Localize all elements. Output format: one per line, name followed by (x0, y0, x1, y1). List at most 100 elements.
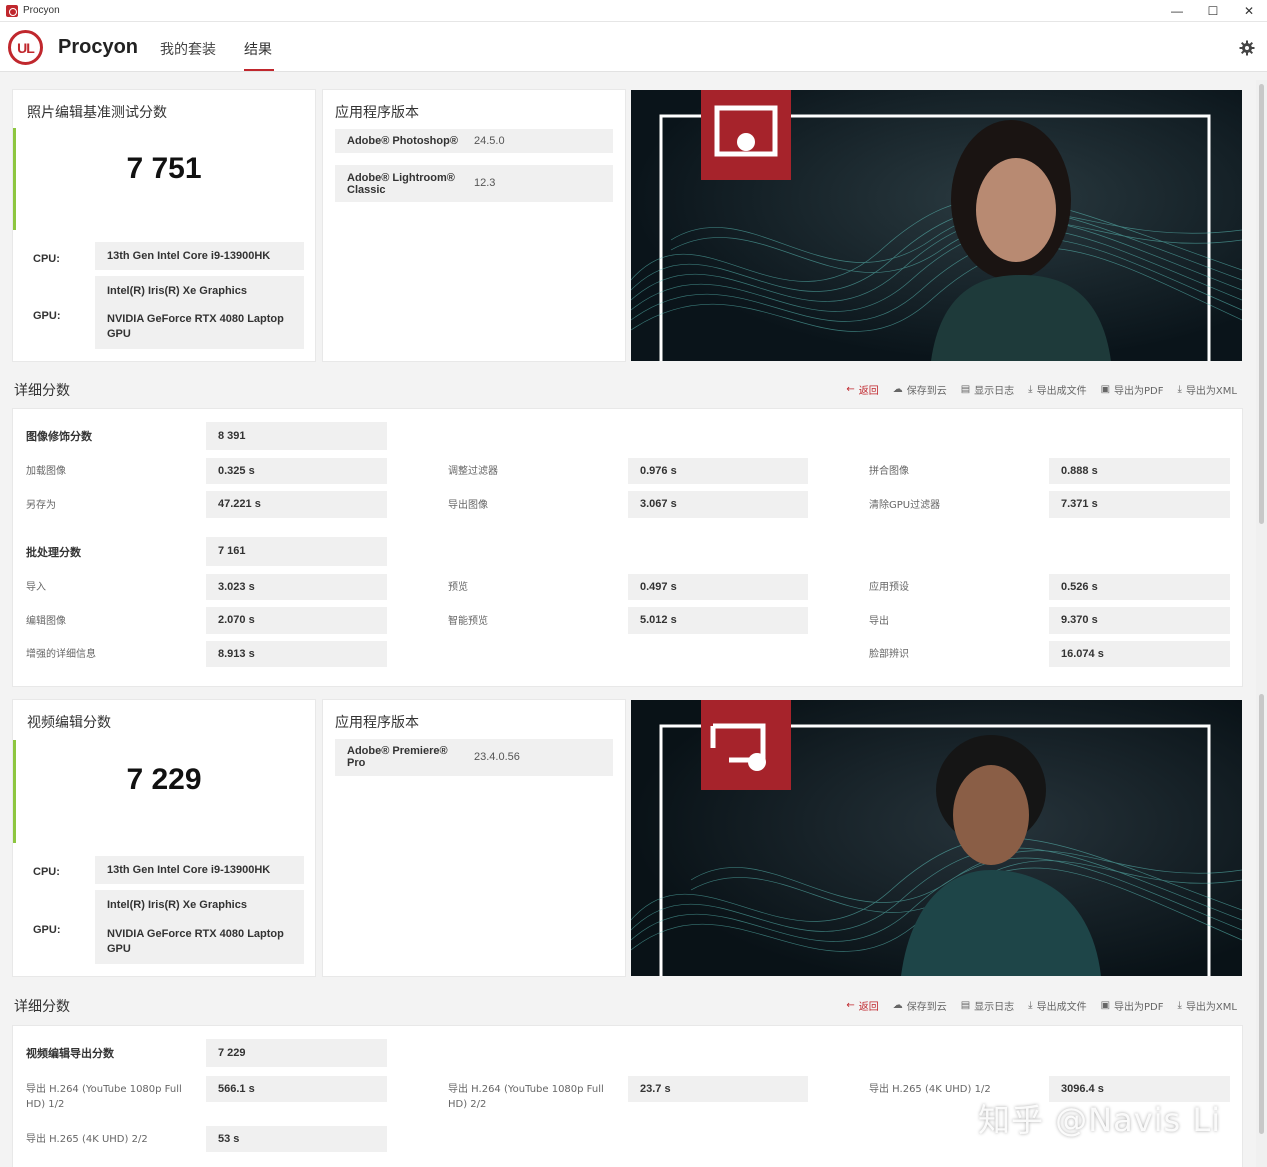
metric-value: 9.370 s (1049, 607, 1230, 634)
gpu-1: Intel(R) Iris(R) Xe Graphics (107, 899, 247, 911)
app-header: UL Procyon 我的套装 结果 (0, 22, 1267, 72)
metric-value: 5.012 s (628, 607, 808, 634)
video-actions: ← 返回 ☁ 保存到云 ▤ 显示日志 ⤓ 导出成文件 ▣ 导出为PDF ⤓ 导出为XML (846, 998, 1237, 1013)
photo-hero-image (631, 90, 1242, 361)
download-icon: ⤓ (1028, 1000, 1033, 1011)
metric-label: 导出 H.265 (4K UHD) 1/2 (869, 1084, 991, 1095)
watermark: 知乎 @Navis Li (978, 1101, 1222, 1139)
show-log-button[interactable]: ▤ 显示日志 (961, 998, 1014, 1013)
metric-value: 3.023 s (206, 574, 387, 600)
maximize-button[interactable]: ☐ (1195, 0, 1231, 22)
metric-value: 3.067 s (628, 491, 808, 518)
gpu-label: GPU: (33, 310, 61, 322)
metric-label: 脸部辨识 (869, 649, 909, 660)
video-score-value: 7 229 (126, 763, 202, 796)
export-score-value: 7 229 (206, 1039, 387, 1067)
window-title: Procyon (23, 5, 60, 16)
gpu-value-box: Intel(R) Iris(R) Xe Graphics NVIDIA GeFo… (95, 890, 304, 964)
scrollbar-thumb[interactable] (1259, 84, 1264, 524)
metric-value: 16.074 s (1049, 641, 1230, 667)
photo-score-title: 照片编辑基准测试分数 (27, 105, 167, 121)
gpu-value-box: Intel(R) Iris(R) Xe Graphics NVIDIA GeFo… (95, 276, 304, 349)
metric-label: 导出 H.264 (YouTube 1080p Full HD) 2/2 (448, 1084, 604, 1110)
download-icon: ⤓ (1028, 384, 1033, 395)
metric-value: 7.371 s (1049, 491, 1230, 518)
scrollbar-thumb[interactable] (1259, 694, 1264, 1134)
metric-label: 智能预览 (448, 616, 488, 627)
close-button[interactable]: ✕ (1231, 0, 1267, 22)
photo-actions: ← 返回 ☁ 保存到云 ▤ 显示日志 ⤓ 导出成文件 ▣ 导出为PDF ⤓ 导出为XML (846, 382, 1237, 397)
download-icon: ⤓ (1177, 384, 1182, 395)
photo-score-card: 照片编辑基准测试分数 7 751 CPU: 13th Gen Intel Cor… (13, 90, 315, 361)
video-hero-image (631, 700, 1242, 976)
ul-logo: UL (8, 30, 43, 65)
metric-value: 8.913 s (206, 641, 387, 667)
app-version: 24.5.0 (474, 135, 505, 147)
back-button[interactable]: ← 返回 (846, 382, 878, 397)
brand-name: Procyon (58, 36, 139, 58)
metric-value: 23.7 s (628, 1076, 808, 1102)
metric-label: 导入 (26, 582, 46, 593)
metric-label: 导出 H.264 (YouTube 1080p Full HD) 1/2 (26, 1084, 182, 1110)
app-icon (6, 4, 18, 17)
metric-label: 编辑图像 (26, 616, 66, 627)
metric-value: 2.070 s (206, 607, 387, 634)
video-score-card: 视频编辑分数 7 229 CPU: 13th Gen Intel Core i9… (13, 700, 315, 976)
app-name: Adobe® Lightroom® Classic (347, 172, 455, 196)
minimize-button[interactable]: — (1159, 0, 1195, 22)
batch-score-label: 批处理分数 (26, 546, 81, 559)
tab-results[interactable]: 结果 (244, 39, 272, 59)
export-score-label: 视频编辑导出分数 (26, 1047, 114, 1060)
metric-value: 0.976 s (628, 458, 808, 484)
gpu-2: NVIDIA GeForce RTX 4080 Laptop GPU (107, 928, 284, 955)
cpu-label: CPU: (33, 866, 60, 878)
metric-label: 增强的详细信息 (26, 649, 96, 660)
metric-value: 0.888 s (1049, 458, 1230, 484)
app-row: Adobe® Premiere® Pro 23.4.0.56 (335, 739, 613, 776)
metric-label: 清除GPU过滤器 (869, 500, 941, 511)
metric-label: 应用预设 (869, 582, 909, 593)
export-file-button[interactable]: ⤓ 导出成文件 (1028, 382, 1086, 397)
back-button[interactable]: ← 返回 (846, 998, 878, 1013)
metric-label: 导出 (869, 616, 889, 627)
save-cloud-button[interactable]: ☁ 保存到云 (893, 998, 947, 1013)
app-version: 23.4.0.56 (474, 751, 520, 763)
back-arrow-icon: ← (846, 384, 855, 395)
cpu-value: 13th Gen Intel Core i9-13900HK (95, 242, 304, 270)
metric-label: 加载图像 (26, 466, 66, 477)
save-cloud-button[interactable]: ☁ 保存到云 (893, 382, 947, 397)
metric-value: 0.497 s (628, 574, 808, 600)
metric-label: 拼合图像 (869, 466, 909, 477)
app-row: Adobe® Photoshop® 24.5.0 (335, 129, 613, 153)
gear-icon[interactable] (1239, 40, 1255, 56)
export-xml-button[interactable]: ⤓ 导出为XML (1178, 998, 1237, 1013)
export-file-button[interactable]: ⤓ 导出成文件 (1028, 998, 1086, 1013)
metric-value: 53 s (206, 1126, 387, 1152)
metric-label: 调整过滤器 (448, 466, 498, 477)
export-xml-button[interactable]: ⤓ 导出为XML (1178, 382, 1237, 397)
metric-label: 导出图像 (448, 500, 488, 511)
photo-apps-title: 应用程序版本 (335, 105, 419, 121)
metric-label: 导出 H.265 (4K UHD) 2/2 (26, 1134, 148, 1145)
metric-value: 566.1 s (206, 1076, 387, 1102)
gpu-2: NVIDIA GeForce RTX 4080 Laptop GPU (107, 313, 284, 340)
document-icon: ▤ (960, 384, 971, 395)
tab-my-suites[interactable]: 我的套装 (160, 39, 216, 59)
metric-value: 0.325 s (206, 458, 387, 484)
export-pdf-button[interactable]: ▣ 导出为PDF (1101, 998, 1164, 1013)
back-arrow-icon: ← (846, 1000, 855, 1011)
metric-value: 47.221 s (206, 491, 387, 518)
metric-value: 0.526 s (1049, 574, 1230, 600)
video-score-title: 视频编辑分数 (27, 715, 111, 731)
metric-label: 预览 (448, 582, 468, 593)
save-icon: ▣ (1100, 384, 1111, 395)
metric-label: 另存为 (26, 500, 56, 511)
video-apps-title: 应用程序版本 (335, 715, 419, 731)
gpu-1: Intel(R) Iris(R) Xe Graphics (107, 285, 247, 297)
photo-detail-card: 图像修饰分数 8 391 加载图像 0.325 s 调整过滤器 0.976 s … (13, 409, 1242, 686)
app-row: Adobe® Lightroom® Classic 12.3 (335, 165, 613, 202)
export-pdf-button[interactable]: ▣ 导出为PDF (1101, 382, 1164, 397)
download-icon: ⤓ (1177, 1000, 1182, 1011)
active-tab-indicator (244, 69, 274, 71)
show-log-button[interactable]: ▤ 显示日志 (961, 382, 1014, 397)
